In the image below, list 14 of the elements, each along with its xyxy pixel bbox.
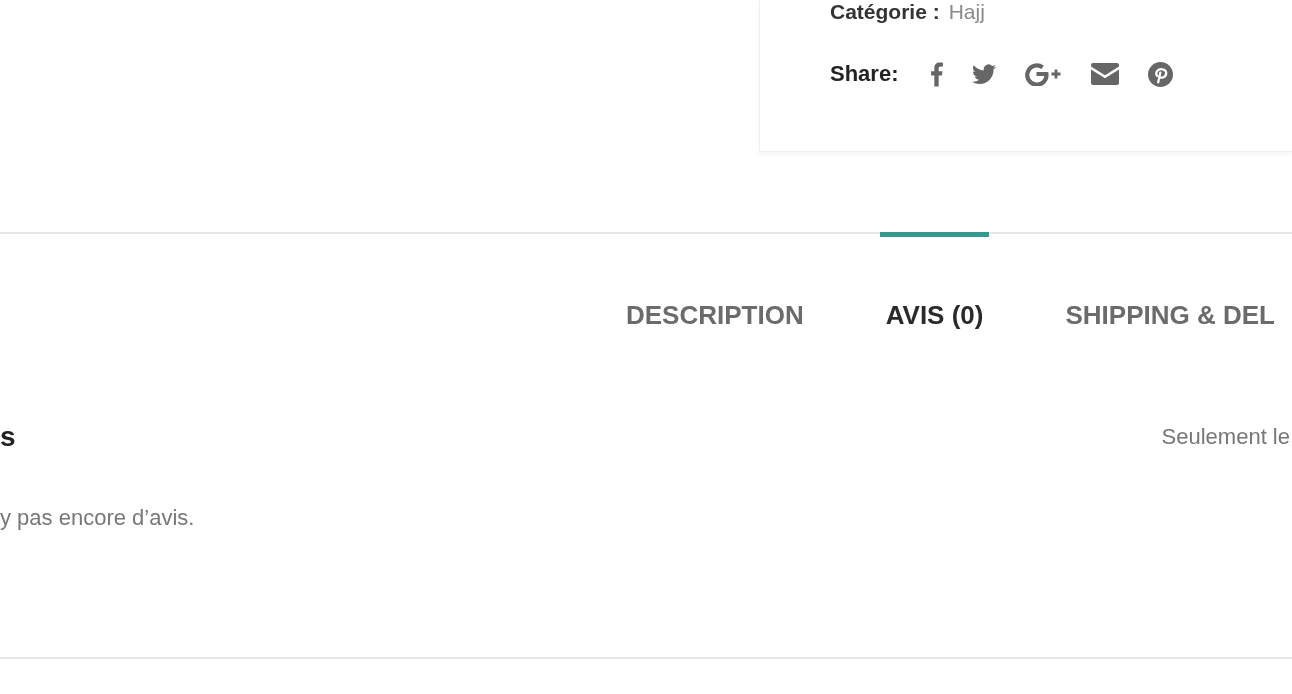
category-label: Catégorie : — [830, 0, 940, 24]
tab[interactable]: AVIS (0) — [879, 232, 990, 351]
no-reviews-message: y pas encore d’avis. — [0, 505, 196, 531]
pinterest-icon[interactable] — [1148, 61, 1174, 87]
facebook-icon[interactable] — [930, 61, 944, 87]
google-plus-icon[interactable] — [1025, 62, 1063, 86]
reviews-notice: Seulement le — [1161, 424, 1290, 450]
envelope-icon[interactable] — [1091, 63, 1120, 85]
category-link[interactable]: Hajj — [948, 0, 985, 24]
share-label: Share: — [830, 61, 899, 87]
twitter-icon[interactable] — [972, 64, 997, 84]
tab[interactable]: SHIPPING & DEL — [1059, 232, 1281, 351]
reviews-heading: s — [0, 421, 16, 453]
tab[interactable]: DESCRIPTION — [620, 232, 810, 351]
